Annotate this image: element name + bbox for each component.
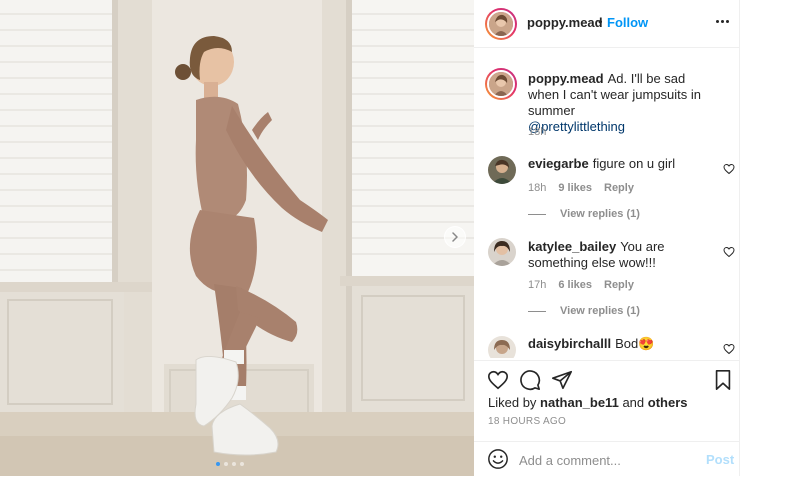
comment-reply-button[interactable]: Reply bbox=[604, 279, 634, 291]
comment-like-heart-icon[interactable] bbox=[723, 246, 735, 258]
post-header: poppy.mead • Follow bbox=[474, 0, 740, 48]
comment-text: daisybirchalll Bod😍 bbox=[528, 336, 716, 352]
chevron-right-icon bbox=[452, 232, 458, 242]
carousel-next-button[interactable] bbox=[444, 226, 466, 248]
comment-username[interactable]: katylee_bailey bbox=[528, 239, 616, 254]
share-icon[interactable] bbox=[551, 369, 573, 391]
commenter-avatar[interactable] bbox=[488, 156, 516, 184]
caption-author-avatar[interactable] bbox=[485, 68, 517, 100]
commenter-avatar[interactable] bbox=[488, 336, 516, 358]
post-photo[interactable] bbox=[0, 0, 474, 476]
commenter-avatar[interactable] bbox=[488, 238, 516, 266]
author-avatar[interactable] bbox=[485, 8, 517, 40]
comment-text: eviegarbe figure on u girl bbox=[528, 156, 716, 172]
heart-icon[interactable] bbox=[487, 369, 509, 391]
avatar-image bbox=[489, 72, 513, 96]
comment-body: Bod😍 bbox=[615, 336, 655, 351]
emoji-icon[interactable] bbox=[487, 448, 509, 470]
comment-meta: 18h 9 likes Reply bbox=[528, 182, 634, 194]
carousel-dot-active bbox=[216, 462, 220, 466]
carousel-dot bbox=[224, 462, 228, 466]
caption-text: poppy.mead Ad. I'll be sad when I can't w… bbox=[528, 71, 716, 135]
comment-text: katylee_bailey You are something else wow… bbox=[528, 239, 716, 271]
post-comment-button[interactable]: Post bbox=[706, 452, 734, 467]
avatar-image bbox=[488, 238, 516, 266]
liked-by-user-link[interactable]: nathan_be11 bbox=[540, 395, 619, 410]
comment-username[interactable]: eviegarbe bbox=[528, 156, 589, 171]
bookmark-icon[interactable] bbox=[712, 369, 734, 391]
liked-by-prefix: Liked by bbox=[488, 395, 537, 410]
comment-likes[interactable]: 6 likes bbox=[558, 279, 592, 291]
add-comment-input[interactable] bbox=[519, 450, 689, 470]
follow-button[interactable]: Follow bbox=[607, 15, 648, 30]
more-options-icon[interactable] bbox=[716, 20, 729, 23]
comment-time[interactable]: 18h bbox=[528, 182, 546, 194]
view-replies-button[interactable]: View replies (1) bbox=[528, 305, 640, 317]
avatar-image bbox=[489, 12, 513, 36]
avatar-image bbox=[488, 156, 516, 184]
liked-by-others-link[interactable]: others bbox=[648, 395, 688, 410]
carousel-dot bbox=[232, 462, 236, 466]
carousel-indicator bbox=[216, 462, 244, 466]
comment-body: figure on u girl bbox=[592, 156, 676, 171]
comment-reply-button[interactable]: Reply bbox=[604, 182, 634, 194]
post-image bbox=[0, 0, 474, 476]
comment-likes[interactable]: 9 likes bbox=[558, 182, 592, 194]
avatar-image bbox=[488, 336, 516, 358]
view-replies-line bbox=[528, 213, 546, 215]
author-username[interactable]: poppy.mead bbox=[527, 15, 603, 30]
view-replies-line bbox=[528, 310, 546, 312]
post-actions: Liked by nathan_be11 and others 18 HOURS… bbox=[474, 360, 740, 476]
view-replies-label: View replies (1) bbox=[560, 208, 640, 220]
post-timestamp[interactable]: 18 HOURS AGO bbox=[488, 416, 566, 427]
comment-time[interactable]: 17h bbox=[528, 279, 546, 291]
add-comment-form: Post bbox=[474, 441, 740, 477]
liked-by-and: and bbox=[622, 395, 645, 410]
comments-list[interactable]: poppy.mead Ad. I'll be sad when I can't w… bbox=[474, 52, 740, 358]
caption-meta: 18h bbox=[528, 126, 546, 138]
comment-icon[interactable] bbox=[519, 369, 541, 391]
carousel-dot bbox=[240, 462, 244, 466]
post-side-panel: poppy.mead • Follow poppy.mead Ad. I'll b… bbox=[474, 0, 740, 476]
liked-by-summary: Liked by nathan_be11 and others bbox=[488, 395, 688, 410]
header-separator: • bbox=[598, 14, 603, 29]
caption-username[interactable]: poppy.mead bbox=[528, 71, 604, 86]
comment-like-heart-icon[interactable] bbox=[723, 163, 735, 175]
comment-meta: 17h 6 likes Reply bbox=[528, 279, 634, 291]
comment-like-heart-icon[interactable] bbox=[723, 343, 735, 355]
view-replies-label: View replies (1) bbox=[560, 305, 640, 317]
caption-time[interactable]: 18h bbox=[528, 126, 546, 138]
view-replies-button[interactable]: View replies (1) bbox=[528, 208, 640, 220]
comment-username[interactable]: daisybirchalll bbox=[528, 336, 611, 351]
